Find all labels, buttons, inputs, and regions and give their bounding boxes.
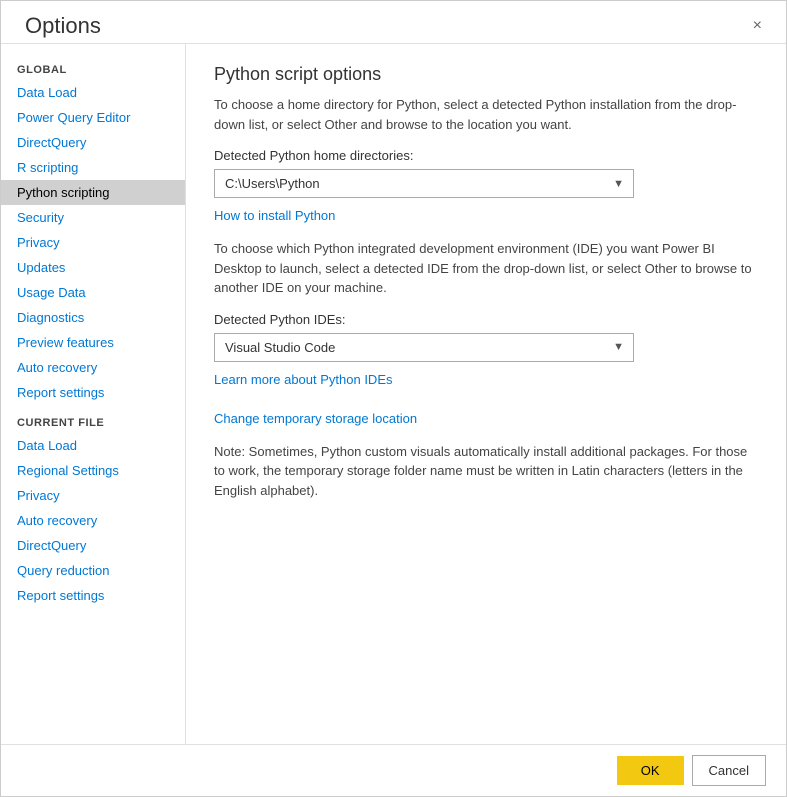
title-bar: Options × xyxy=(1,1,786,43)
sidebar-item-usage-data[interactable]: Usage Data xyxy=(1,280,185,305)
options-dialog: Options × GLOBAL Data Load Power Query E… xyxy=(0,0,787,797)
home-dir-description: To choose a home directory for Python, s… xyxy=(214,95,758,134)
home-dir-dropdown-wrapper: C:\Users\Python Other ▼ xyxy=(214,169,634,198)
storage-note: Note: Sometimes, Python custom visuals a… xyxy=(214,442,758,501)
sidebar-item-preview-features[interactable]: Preview features xyxy=(1,330,185,355)
install-python-link[interactable]: How to install Python xyxy=(214,208,335,223)
sidebar-item-directquery-global[interactable]: DirectQuery xyxy=(1,130,185,155)
dialog-title: Options xyxy=(25,13,101,39)
page-title: Python script options xyxy=(214,64,758,85)
sidebar-item-privacy-global[interactable]: Privacy xyxy=(1,230,185,255)
home-dir-dropdown[interactable]: C:\Users\Python Other xyxy=(214,169,634,198)
main-content: Python script options To choose a home d… xyxy=(186,44,786,744)
ok-button[interactable]: OK xyxy=(617,756,684,785)
sidebar-item-regional-settings[interactable]: Regional Settings xyxy=(1,458,185,483)
sidebar-item-privacy-file[interactable]: Privacy xyxy=(1,483,185,508)
global-section-label: GLOBAL xyxy=(1,52,185,80)
sidebar-item-directquery-file[interactable]: DirectQuery xyxy=(1,533,185,558)
ide-label: Detected Python IDEs: xyxy=(214,312,758,327)
learn-more-ide-link[interactable]: Learn more about Python IDEs xyxy=(214,372,393,387)
sidebar-item-diagnostics[interactable]: Diagnostics xyxy=(1,305,185,330)
dialog-body: GLOBAL Data Load Power Query Editor Dire… xyxy=(1,43,786,744)
ide-dropdown[interactable]: Visual Studio Code Other xyxy=(214,333,634,362)
sidebar-item-python-scripting[interactable]: Python scripting xyxy=(1,180,185,205)
sidebar-item-auto-recovery-file[interactable]: Auto recovery xyxy=(1,508,185,533)
sidebar-item-power-query-editor[interactable]: Power Query Editor xyxy=(1,105,185,130)
sidebar-item-report-settings-file[interactable]: Report settings xyxy=(1,583,185,608)
sidebar: GLOBAL Data Load Power Query Editor Dire… xyxy=(1,44,186,744)
ide-description: To choose which Python integrated develo… xyxy=(214,239,758,298)
close-button[interactable]: × xyxy=(745,14,770,38)
sidebar-item-data-load-global[interactable]: Data Load xyxy=(1,80,185,105)
dialog-footer: OK Cancel xyxy=(1,744,786,796)
sidebar-item-r-scripting[interactable]: R scripting xyxy=(1,155,185,180)
sidebar-item-security[interactable]: Security xyxy=(1,205,185,230)
current-file-section-label: CURRENT FILE xyxy=(1,405,185,433)
sidebar-item-data-load-file[interactable]: Data Load xyxy=(1,433,185,458)
sidebar-item-auto-recovery-global[interactable]: Auto recovery xyxy=(1,355,185,380)
sidebar-item-report-settings-global[interactable]: Report settings xyxy=(1,380,185,405)
sidebar-item-updates[interactable]: Updates xyxy=(1,255,185,280)
home-dir-label: Detected Python home directories: xyxy=(214,148,758,163)
change-storage-link[interactable]: Change temporary storage location xyxy=(214,411,417,426)
cancel-button[interactable]: Cancel xyxy=(692,755,766,786)
ide-dropdown-wrapper: Visual Studio Code Other ▼ xyxy=(214,333,634,362)
sidebar-item-query-reduction[interactable]: Query reduction xyxy=(1,558,185,583)
